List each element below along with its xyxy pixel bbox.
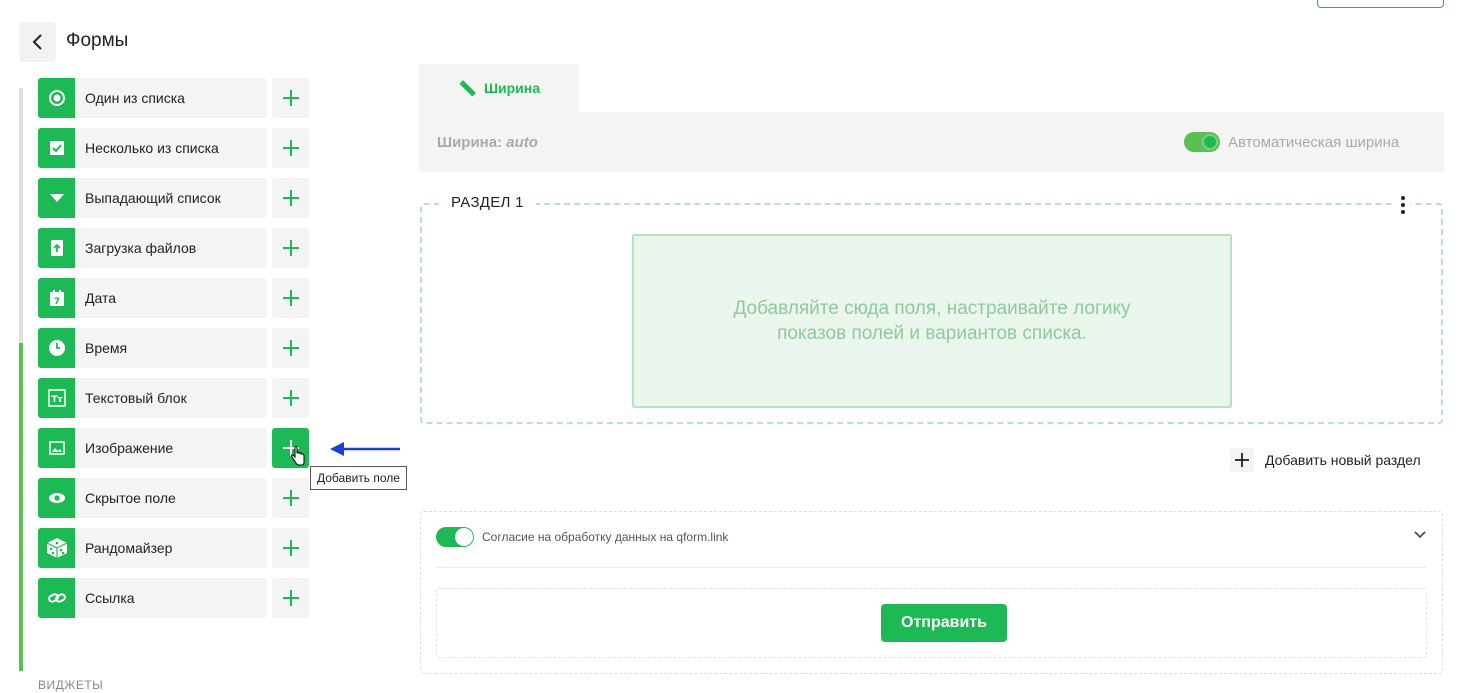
field-item-image[interactable]: Изображение (38, 428, 267, 468)
width-value: auto (506, 134, 538, 151)
field-label: Изображение (85, 440, 174, 456)
plus-icon (282, 340, 299, 356)
field-dropzone[interactable]: Добавляйте сюда поля, настраивайте логик… (632, 234, 1232, 408)
checkbox-icon (38, 128, 75, 168)
section-title: РАЗДЕЛ 1 (439, 194, 536, 211)
plus-icon (282, 390, 299, 406)
dropzone-placeholder: Добавляйте сюда поля, настраивайте логик… (733, 298, 1131, 344)
field-row: Несколько из списка (38, 128, 310, 168)
divider (436, 567, 1427, 568)
top-action-button[interactable] (1317, 0, 1444, 8)
dice-icon (38, 528, 75, 568)
svg-text:Tт: Tт (51, 395, 63, 405)
field-row: Ссылка (38, 578, 310, 618)
field-item-dropdown[interactable]: Выпадающий список (38, 178, 267, 218)
field-item-checkbox[interactable]: Несколько из списка (38, 128, 267, 168)
add-field-button[interactable] (272, 78, 309, 118)
field-item-file-upload[interactable]: Загрузка файлов (38, 228, 267, 268)
plus-icon (282, 240, 299, 256)
field-row: Выпадающий список (38, 178, 310, 218)
field-label: Несколько из списка (85, 140, 219, 156)
plus-icon (282, 490, 299, 506)
field-row: Рандомайзер (38, 528, 310, 568)
width-label-text: Ширина: (437, 134, 503, 151)
svg-text:7: 7 (53, 297, 59, 307)
submit-button[interactable]: Отправить (881, 604, 1007, 642)
field-item-radio[interactable]: Один из списка (38, 78, 267, 118)
field-row: Скрытое поле (38, 478, 310, 518)
plus-icon (282, 590, 299, 606)
back-button[interactable] (19, 22, 56, 62)
consent-label: Согласие на обработку данных на qform.li… (482, 530, 729, 544)
dropdown-icon (38, 178, 75, 218)
add-field-button[interactable] (272, 278, 309, 318)
consent-toggle[interactable] (436, 527, 474, 547)
radio-icon (38, 78, 75, 118)
text-block-icon: Tт (38, 378, 75, 418)
field-row: Загрузка файлов (38, 228, 310, 268)
link-icon (38, 578, 75, 618)
add-field-button[interactable] (272, 378, 309, 418)
field-row: Один из списка (38, 78, 310, 118)
field-item-randomizer[interactable]: Рандомайзер (38, 528, 267, 568)
width-settings-bar: Ширина: auto Автоматическая ширина (419, 112, 1444, 172)
field-item-text-block[interactable]: Tт Текстовый блок (38, 378, 267, 418)
field-item-date[interactable]: 7 Дата (38, 278, 267, 318)
field-item-link[interactable]: Ссылка (38, 578, 267, 618)
field-row: 7 Дата (38, 278, 310, 318)
add-field-button[interactable] (272, 328, 309, 368)
plus-icon (282, 190, 299, 206)
widgets-heading: ВИДЖЕТЫ (38, 678, 104, 692)
add-field-button[interactable] (272, 178, 309, 218)
chevron-down-icon[interactable] (1413, 530, 1427, 540)
field-label: Выпадающий список (85, 190, 221, 206)
plus-icon (282, 140, 299, 156)
add-field-button[interactable] (272, 228, 309, 268)
add-field-button[interactable] (272, 128, 309, 168)
add-field-button[interactable] (272, 478, 309, 518)
page-title: Формы (66, 30, 129, 51)
field-label: Дата (85, 290, 117, 306)
image-icon (38, 428, 75, 468)
chevron-left-icon (32, 34, 42, 50)
plus-icon (282, 90, 299, 106)
field-label: Время (85, 340, 128, 356)
more-vertical-icon[interactable] (1395, 194, 1411, 216)
auto-width-toggle[interactable] (1184, 132, 1220, 152)
field-row: Время (38, 328, 310, 368)
calendar-icon: 7 (38, 278, 75, 318)
tab-width[interactable]: Ширина (419, 64, 579, 112)
plus-icon (282, 540, 299, 556)
field-row: Изображение (38, 428, 310, 468)
field-row: Tт Текстовый блок (38, 378, 310, 418)
tooltip: Добавить поле (310, 466, 407, 490)
plus-icon (1230, 448, 1254, 472)
field-label: Ссылка (85, 590, 135, 606)
ruler-pencil-icon (459, 80, 476, 97)
field-label: Один из списка (85, 90, 185, 106)
field-item-hidden[interactable]: Скрытое поле (38, 478, 267, 518)
add-section-label: Добавить новый раздел (1265, 452, 1421, 468)
add-field-button[interactable] (272, 578, 309, 618)
field-label: Загрузка файлов (85, 240, 197, 256)
auto-width-label: Автоматическая ширина (1228, 134, 1400, 151)
arrow-left-icon (330, 442, 400, 456)
field-label: Скрытое поле (85, 490, 176, 506)
add-field-button[interactable] (272, 528, 309, 568)
file-upload-icon (38, 228, 75, 268)
tab-width-label: Ширина (483, 80, 541, 96)
clock-icon (38, 328, 75, 368)
field-label: Рандомайзер (85, 540, 173, 556)
width-label: Ширина: auto (437, 134, 538, 151)
add-section-button[interactable]: Добавить новый раздел (1230, 448, 1421, 472)
field-label: Текстовый блок (85, 390, 187, 406)
plus-icon (282, 290, 299, 306)
hand-cursor-icon (291, 446, 305, 466)
eye-icon (38, 478, 75, 518)
sidebar-scrollbar-thumb[interactable] (19, 343, 23, 671)
field-item-time[interactable]: Время (38, 328, 267, 368)
